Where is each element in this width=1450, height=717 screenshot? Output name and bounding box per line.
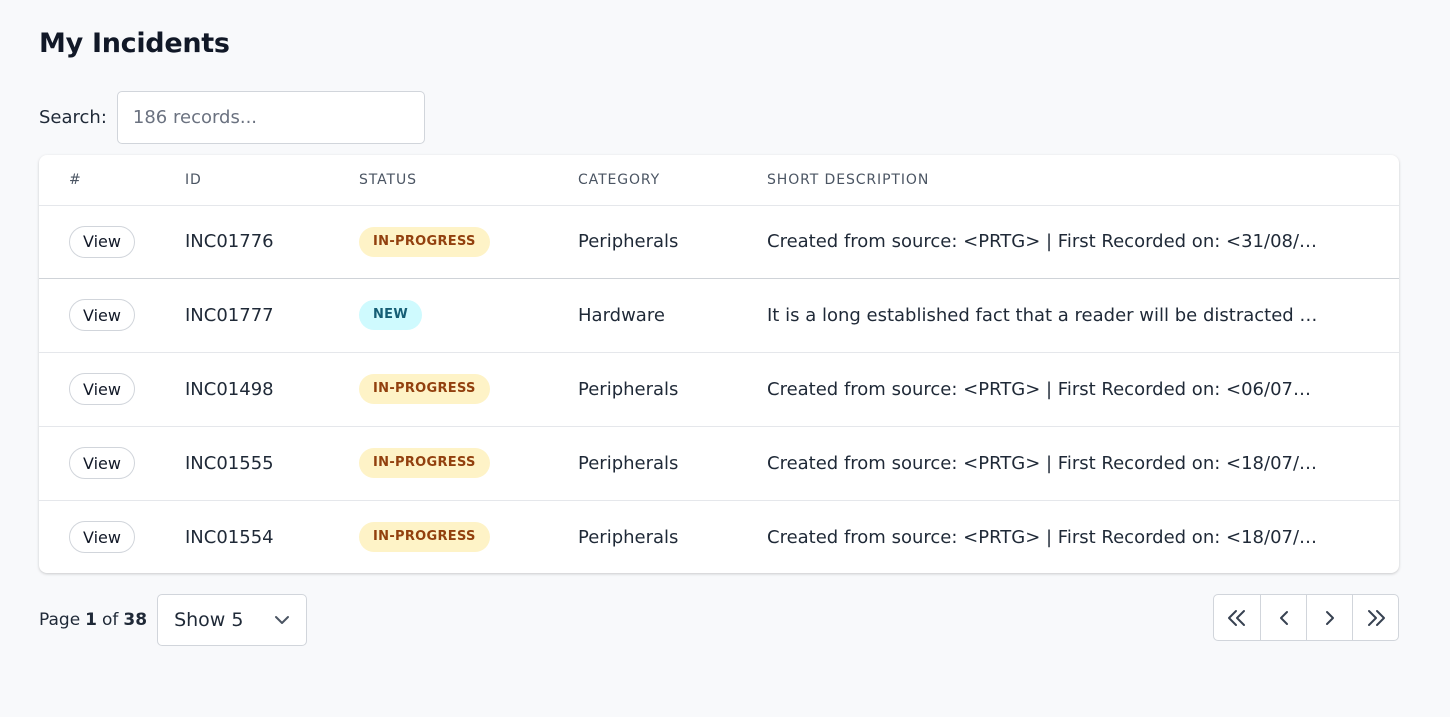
last-page-button[interactable]: [1352, 595, 1398, 640]
previous-page-button[interactable]: [1260, 595, 1306, 640]
view-button[interactable]: View: [69, 521, 135, 554]
incident-category: Peripherals: [578, 205, 767, 279]
search-bar: Search:: [39, 91, 425, 144]
incidents-table: # ID STATUS CATEGORY SHORT DESCRIPTION V…: [39, 155, 1399, 573]
status-badge: IN-PROGRESS: [359, 448, 490, 478]
row-action-cell: View: [39, 205, 185, 279]
table-row: View INC01776 IN-PROGRESS Peripherals Cr…: [39, 205, 1399, 279]
incident-category: Peripherals: [578, 425, 767, 500]
chevron-right-icon: [1324, 609, 1336, 627]
incident-id: INC01776: [185, 205, 359, 279]
pagination-controls: [1213, 594, 1399, 641]
incident-short-description: Created from source: <PRTG> | First Reco…: [767, 378, 1311, 400]
table-header: # ID STATUS CATEGORY SHORT DESCRIPTION: [39, 155, 1399, 206]
incident-short-description: Created from source: <PRTG> | First Reco…: [767, 526, 1318, 548]
status-badge: NEW: [359, 300, 422, 330]
row-action-cell: View: [39, 277, 185, 352]
incident-category: Peripherals: [578, 499, 767, 573]
table-row: View INC01554 IN-PROGRESS Peripherals Cr…: [39, 499, 1399, 573]
table-row: View INC01777 NEW Hardware It is a long …: [39, 277, 1399, 352]
status-badge: IN-PROGRESS: [359, 226, 490, 257]
table-row: View INC01498 IN-PROGRESS Peripherals Cr…: [39, 351, 1399, 426]
status-cell: IN-PROGRESS: [359, 351, 578, 426]
incident-short-description: It is a long established fact that a rea…: [767, 304, 1318, 326]
status-cell: IN-PROGRESS: [359, 205, 578, 279]
incident-short-description: Created from source: <PRTG> | First Reco…: [767, 231, 1318, 252]
column-header-id: ID: [185, 155, 359, 206]
chevrons-left-icon: [1227, 609, 1247, 627]
description-cell: Created from source: <PRTG> | First Reco…: [767, 351, 1399, 426]
table-row: View INC01555 IN-PROGRESS Peripherals Cr…: [39, 425, 1399, 500]
row-action-cell: View: [39, 425, 185, 500]
description-cell: It is a long established fact that a rea…: [767, 277, 1399, 352]
incident-category: Hardware: [578, 277, 767, 352]
view-button[interactable]: View: [69, 299, 135, 331]
status-cell: IN-PROGRESS: [359, 425, 578, 500]
chevrons-right-icon: [1366, 609, 1386, 627]
column-header-number: #: [39, 155, 185, 206]
page-title: My Incidents: [39, 28, 230, 59]
incident-short-description: Created from source: <PRTG> | First Reco…: [767, 452, 1318, 474]
description-cell: Created from source: <PRTG> | First Reco…: [767, 425, 1399, 500]
incident-id: INC01554: [185, 499, 359, 573]
search-label: Search:: [39, 107, 107, 128]
first-page-button[interactable]: [1214, 595, 1260, 640]
next-page-button[interactable]: [1306, 595, 1352, 640]
incident-id: INC01555: [185, 425, 359, 500]
status-badge: IN-PROGRESS: [359, 522, 490, 553]
column-header-category: CATEGORY: [578, 155, 767, 206]
table-header-row: # ID STATUS CATEGORY SHORT DESCRIPTION: [39, 155, 1399, 206]
current-page-number: 1: [85, 610, 97, 630]
description-cell: Created from source: <PRTG> | First Reco…: [767, 499, 1399, 573]
incident-id: INC01498: [185, 351, 359, 426]
page-of-label: of: [102, 610, 119, 630]
pagination-info: Page 1 of 38 Show 5: [39, 594, 308, 646]
status-badge: IN-PROGRESS: [359, 374, 490, 404]
chevron-down-icon: [274, 615, 290, 625]
view-button[interactable]: View: [69, 447, 135, 479]
column-header-status: STATUS: [359, 155, 578, 206]
page-prefix-label: Page: [39, 610, 81, 630]
status-cell: NEW: [359, 277, 578, 352]
chevron-left-icon: [1278, 609, 1290, 627]
page-size-select[interactable]: Show 5: [157, 594, 308, 646]
incidents-page: My Incidents Search: # ID STATUS CATEGOR…: [0, 0, 1450, 717]
row-action-cell: View: [39, 351, 185, 426]
row-action-cell: View: [39, 499, 185, 573]
view-button[interactable]: View: [69, 373, 135, 405]
table-body: View INC01776 IN-PROGRESS Peripherals Cr…: [39, 205, 1399, 573]
page-size-value: Show 5: [174, 609, 244, 631]
description-cell: Created from source: <PRTG> | First Reco…: [767, 205, 1399, 279]
search-input[interactable]: [116, 91, 425, 144]
total-pages-number: 38: [123, 610, 148, 630]
status-cell: IN-PROGRESS: [359, 499, 578, 573]
incident-category: Peripherals: [578, 351, 767, 426]
column-header-short-description: SHORT DESCRIPTION: [767, 155, 1399, 206]
view-button[interactable]: View: [69, 225, 135, 258]
incident-id: INC01777: [185, 277, 359, 352]
